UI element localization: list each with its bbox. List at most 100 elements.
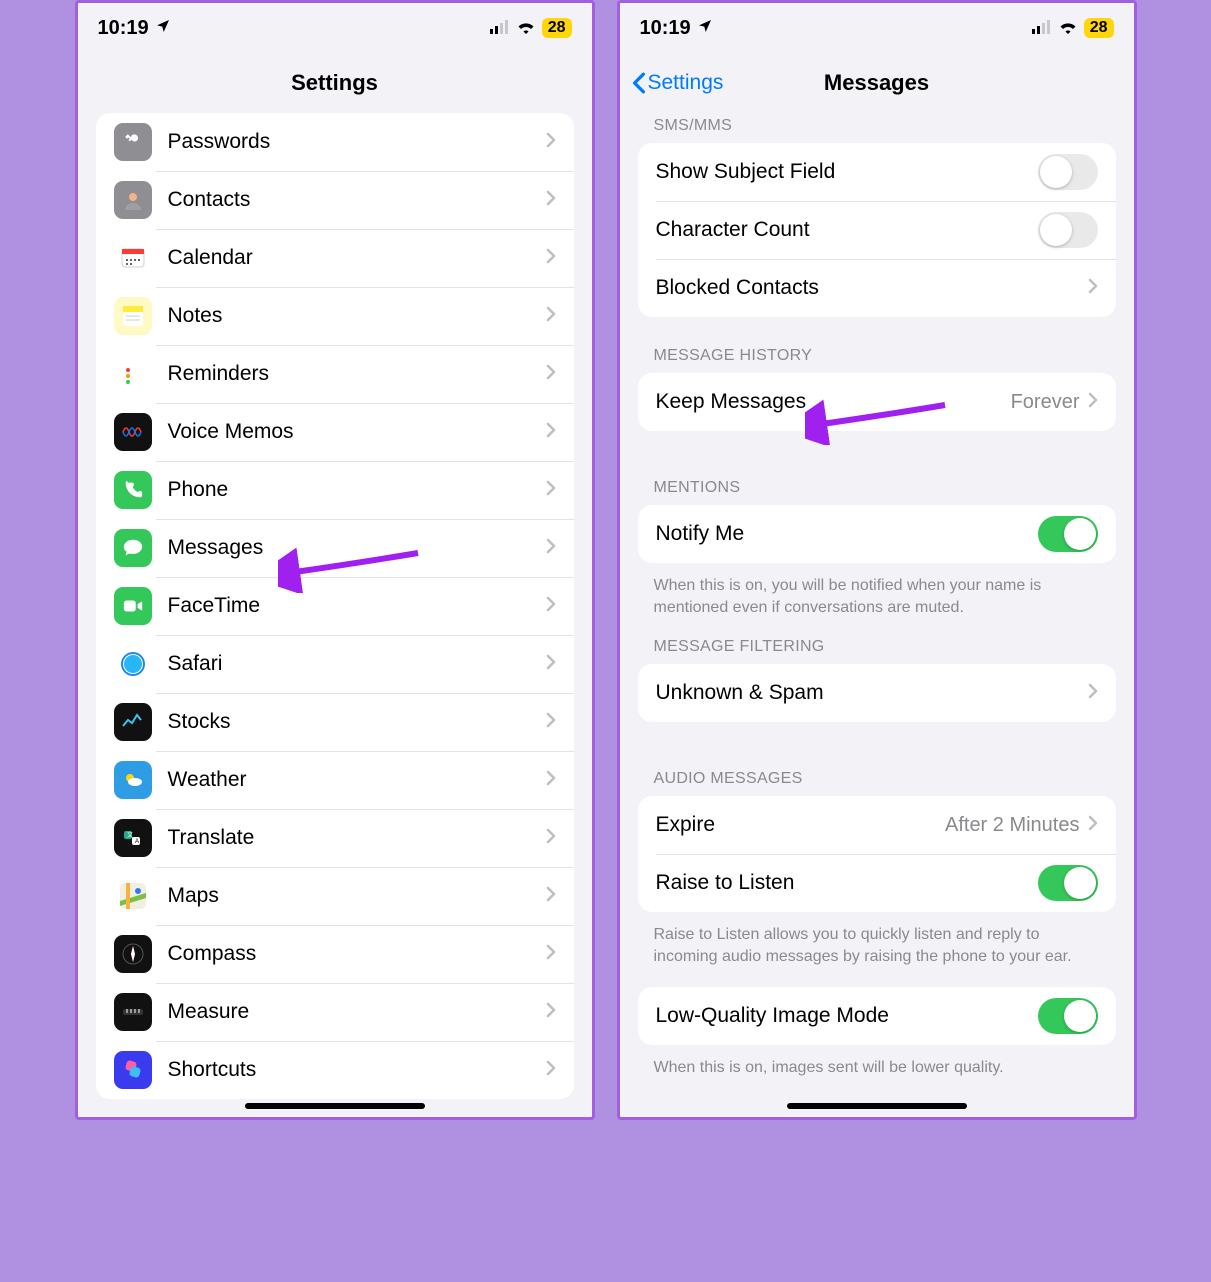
row-raise-to-listen[interactable]: Raise to Listen: [638, 854, 1116, 912]
row-unknown-spam[interactable]: Unknown & Spam: [638, 664, 1116, 722]
toggle-show-subject[interactable]: [1038, 154, 1098, 190]
chevron-right-icon: [1088, 278, 1098, 299]
toggle-notify-me[interactable]: [1038, 516, 1098, 552]
row-low-quality-image[interactable]: Low-Quality Image Mode: [638, 987, 1116, 1045]
row-expire[interactable]: Expire After 2 Minutes: [638, 796, 1116, 854]
back-label: Settings: [648, 71, 724, 95]
settings-row-shortcuts[interactable]: Shortcuts: [96, 1041, 574, 1099]
row-label: Weather: [168, 768, 546, 792]
chevron-right-icon: [546, 190, 556, 211]
settings-row-maps[interactable]: Maps: [96, 867, 574, 925]
chevron-right-icon: [546, 886, 556, 907]
messages-settings-content[interactable]: SMS/MMS Show Subject Field Character Cou…: [620, 113, 1134, 1117]
row-label: Show Subject Field: [656, 160, 1038, 184]
row-value: After 2 Minutes: [945, 814, 1080, 837]
settings-row-voice-memos[interactable]: Voice Memos: [96, 403, 574, 461]
row-keep-messages[interactable]: Keep Messages Forever: [638, 373, 1116, 431]
cellular-icon: [490, 17, 510, 40]
settings-row-weather[interactable]: Weather: [96, 751, 574, 809]
row-label: Blocked Contacts: [656, 276, 1088, 300]
settings-row-stocks[interactable]: Stocks: [96, 693, 574, 751]
row-label: FaceTime: [168, 594, 546, 618]
battery-badge: 28: [542, 18, 572, 38]
location-icon: [155, 17, 171, 40]
row-show-subject[interactable]: Show Subject Field: [638, 143, 1116, 201]
facetime-icon: [114, 587, 152, 625]
chevron-right-icon: [1088, 392, 1098, 413]
group-sms: Show Subject Field Character Count Block…: [638, 143, 1116, 317]
row-label: Stocks: [168, 710, 546, 734]
wifi-icon: [1058, 17, 1078, 40]
settings-row-facetime[interactable]: FaceTime: [96, 577, 574, 635]
row-label: Keep Messages: [656, 390, 1011, 414]
cellular-icon: [1032, 17, 1052, 40]
chevron-right-icon: [546, 364, 556, 385]
chevron-right-icon: [546, 132, 556, 153]
row-label: Voice Memos: [168, 420, 546, 444]
chevron-right-icon: [546, 944, 556, 965]
row-label: Messages: [168, 536, 546, 560]
settings-row-compass[interactable]: Compass: [96, 925, 574, 983]
row-label: Translate: [168, 826, 546, 850]
status-time: 10:19: [98, 17, 149, 40]
phone-left-settings: 10:19 28 Settings Passwords ContactsCalen…: [75, 0, 595, 1120]
toggle-raise-to-listen[interactable]: [1038, 865, 1098, 901]
calendar-icon: [114, 239, 152, 277]
chevron-right-icon: [546, 828, 556, 849]
battery-badge: 28: [1084, 18, 1114, 38]
row-label: Maps: [168, 884, 546, 908]
translate-icon: 文A: [114, 819, 152, 857]
settings-row-contacts[interactable]: Contacts: [96, 171, 574, 229]
toggle-low-quality[interactable]: [1038, 998, 1098, 1034]
measure-icon: [114, 993, 152, 1031]
home-indicator[interactable]: [245, 1103, 425, 1109]
maps-icon: [114, 877, 152, 915]
settings-group: Passwords ContactsCalendarNotesReminders V…: [96, 113, 574, 1099]
row-label: Compass: [168, 942, 546, 966]
settings-row-phone[interactable]: Phone: [96, 461, 574, 519]
group-filtering: Unknown & Spam: [638, 664, 1116, 722]
settings-row-safari[interactable]: Safari: [96, 635, 574, 693]
chevron-right-icon: [546, 1060, 556, 1081]
stocks-icon: [114, 703, 152, 741]
settings-row-messages[interactable]: Messages: [96, 519, 574, 577]
location-icon: [697, 17, 713, 40]
settings-row-calendar[interactable]: Calendar: [96, 229, 574, 287]
home-indicator[interactable]: [787, 1103, 967, 1109]
key-icon: [114, 123, 152, 161]
phone-right-messages: 10:19 28 Settings Messages SMS/MMS Show …: [617, 0, 1137, 1120]
settings-row-notes[interactable]: Notes: [96, 287, 574, 345]
row-label: Passwords: [168, 130, 546, 154]
row-value: Forever: [1011, 391, 1080, 414]
row-character-count[interactable]: Character Count: [638, 201, 1116, 259]
chevron-right-icon: [546, 248, 556, 269]
chevron-right-icon: [1088, 815, 1098, 836]
settings-list-content[interactable]: Passwords ContactsCalendarNotesReminders V…: [78, 113, 592, 1117]
group-audio: Expire After 2 Minutes Raise to Listen: [638, 796, 1116, 912]
settings-row-translate[interactable]: 文A Translate: [96, 809, 574, 867]
status-time: 10:19: [640, 17, 691, 40]
chevron-right-icon: [546, 770, 556, 791]
notes-icon: [114, 297, 152, 335]
row-blocked-contacts[interactable]: Blocked Contacts: [638, 259, 1116, 317]
back-button[interactable]: Settings: [632, 71, 724, 95]
status-bar: 10:19 28: [78, 3, 592, 53]
settings-row-reminders[interactable]: Reminders: [96, 345, 574, 403]
group-header-history: MESSAGE HISTORY: [620, 347, 1134, 373]
group-header-mentions: MENTIONS: [620, 479, 1134, 505]
row-label: Expire: [656, 813, 945, 837]
toggle-character-count[interactable]: [1038, 212, 1098, 248]
row-label: Measure: [168, 1000, 546, 1024]
nav-bar: Settings Messages: [620, 53, 1134, 113]
chevron-right-icon: [546, 306, 556, 327]
settings-row-measure[interactable]: Measure: [96, 983, 574, 1041]
row-label: Safari: [168, 652, 546, 676]
row-notify-me[interactable]: Notify Me: [638, 505, 1116, 563]
group-footer-lowq: When this is on, images sent will be low…: [620, 1049, 1134, 1099]
svg-text:文: 文: [127, 831, 133, 839]
chevron-right-icon: [546, 538, 556, 559]
page-title: Messages: [824, 70, 929, 96]
chevron-right-icon: [546, 422, 556, 443]
nav-bar: Settings: [78, 53, 592, 113]
settings-row-passwords[interactable]: Passwords: [96, 113, 574, 171]
